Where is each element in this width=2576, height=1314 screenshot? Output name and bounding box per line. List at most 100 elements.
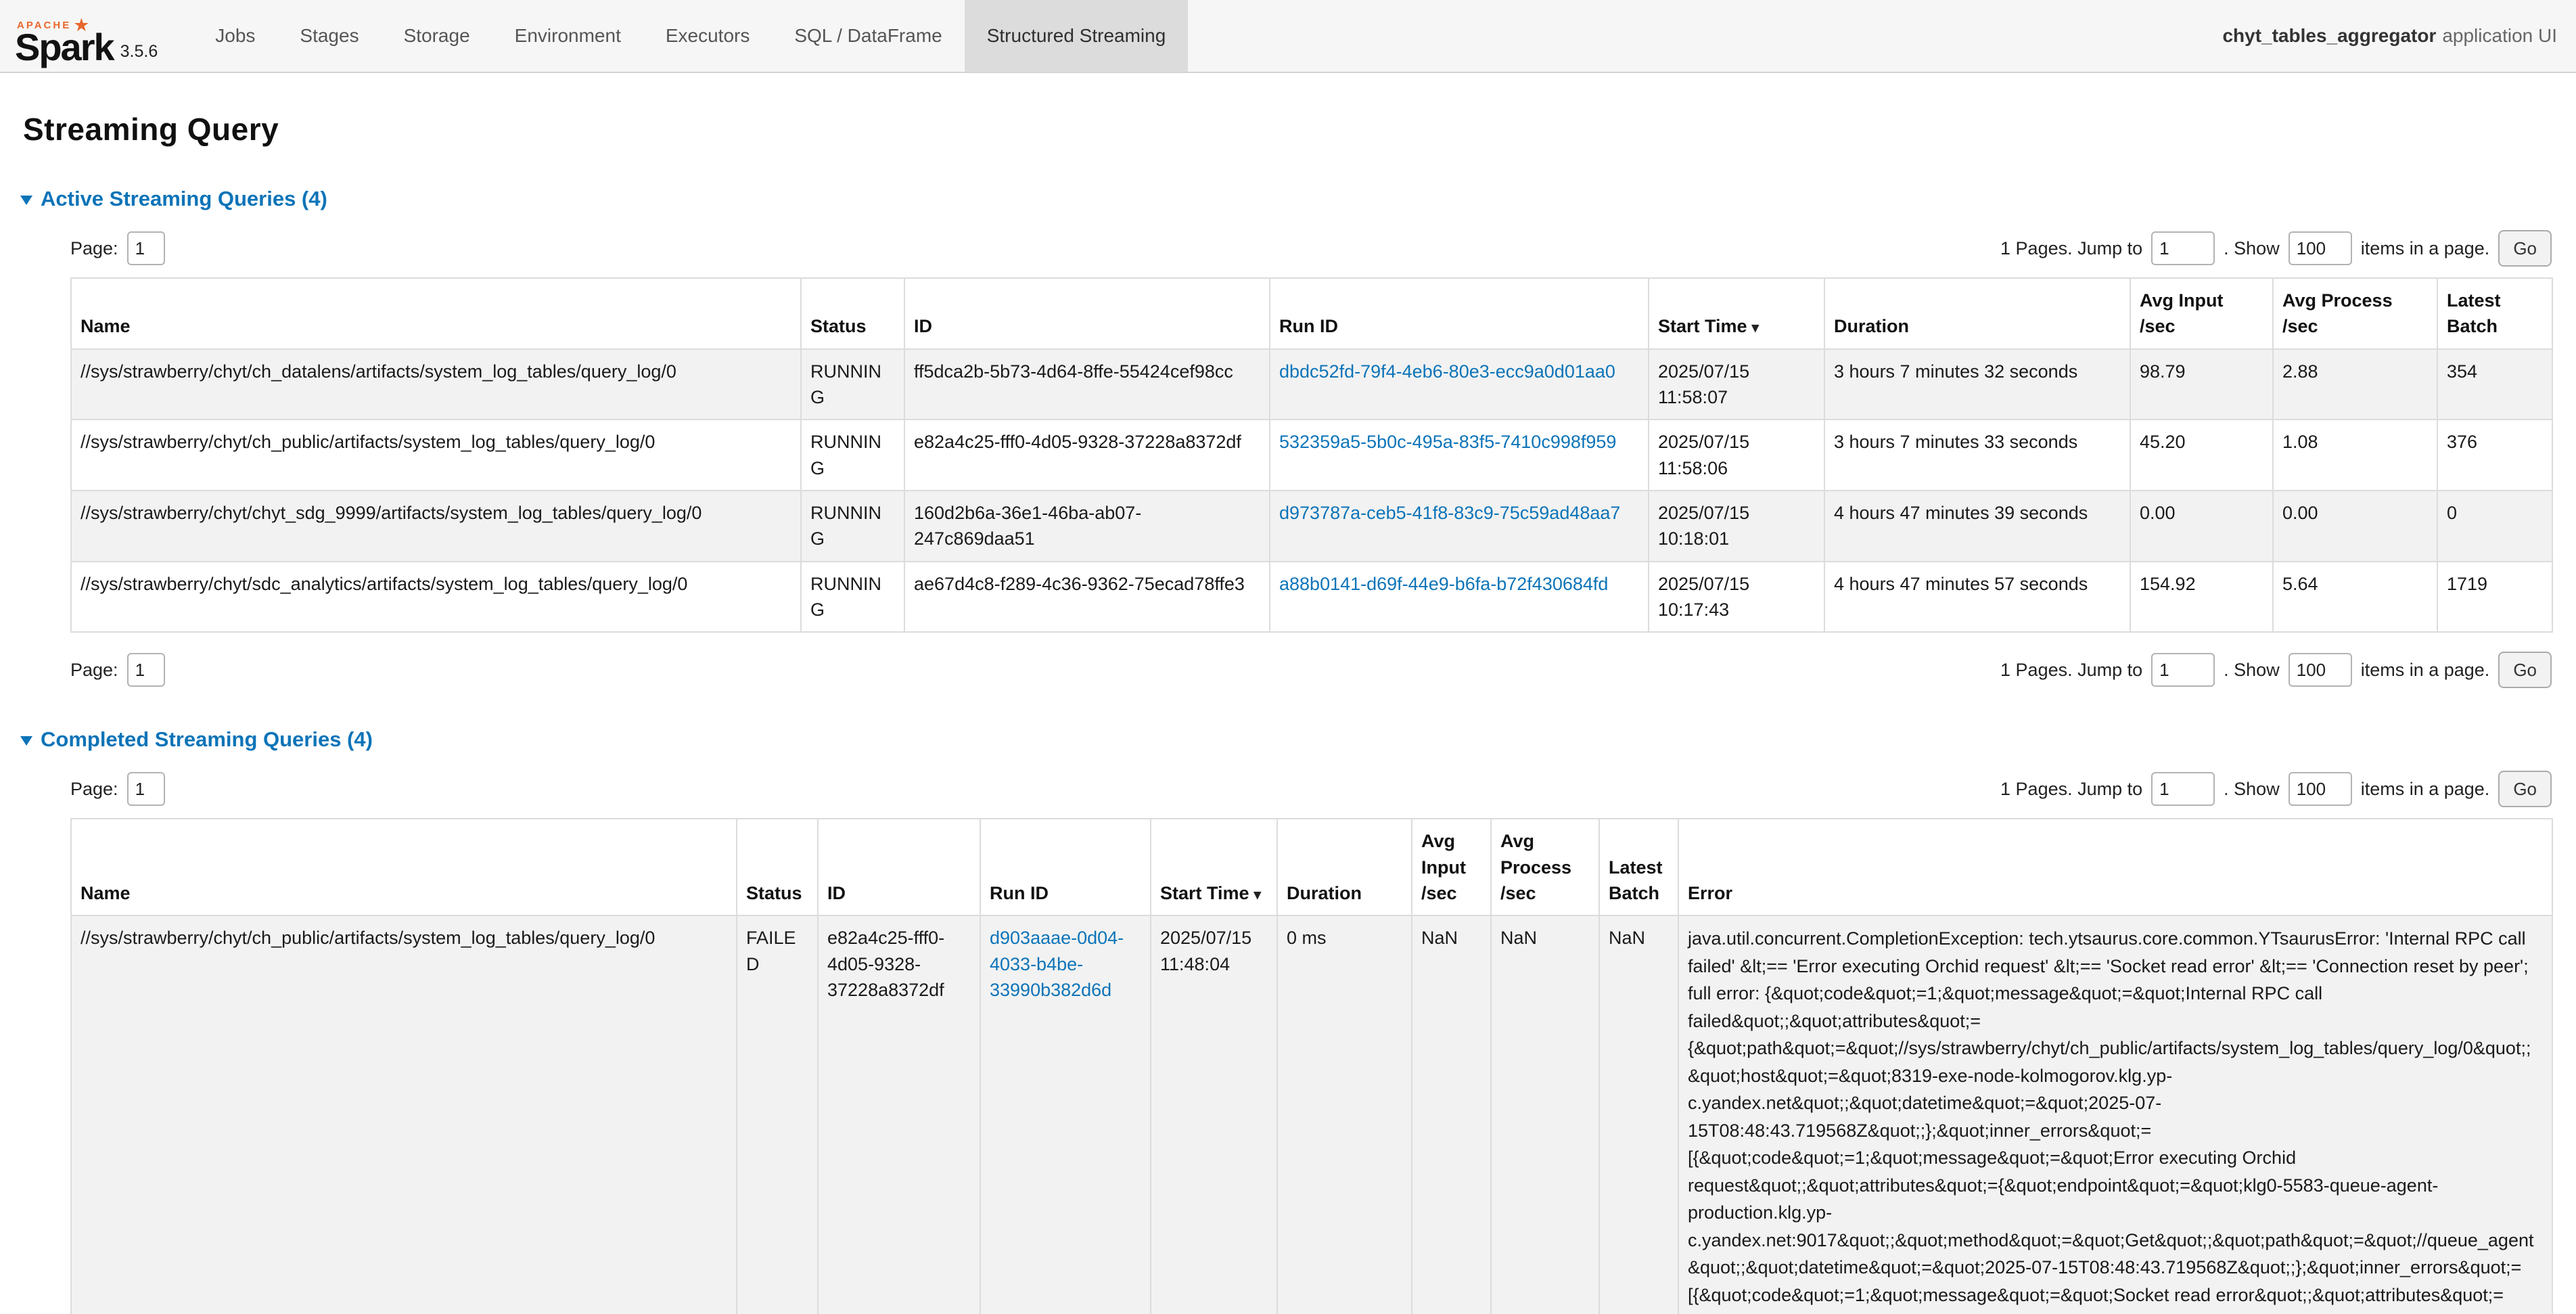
name-cell: //sys/strawberry/chyt/ch_public/artifact… (71, 420, 801, 491)
latest-batch-cell: 354 (2437, 349, 2552, 420)
col-header-latest-batch[interactable]: Latest Batch (2437, 278, 2552, 349)
run-id-link[interactable]: 532359a5-5b0c-495a-83f5-7410c998f959 (1279, 432, 1616, 452)
page-title: Streaming Query (23, 111, 2552, 148)
col-header-avg-input[interactable]: Avg Input /sec (1412, 819, 1491, 915)
duration-cell: 3 hours 7 minutes 33 seconds (1824, 420, 2130, 491)
tab-storage[interactable]: Storage (382, 0, 492, 72)
start-time-cell: 2025/07/15 10:17:43 (1649, 562, 1824, 633)
col-header-avg-input[interactable]: Avg Input /sec (2130, 278, 2273, 349)
status-cell: RUNNING (801, 562, 904, 633)
page-number-input[interactable] (127, 772, 165, 806)
tab-sql-dataframe[interactable]: SQL / DataFrame (772, 0, 964, 72)
id-cell: ff5dca2b-5b73-4d64-8ffe-55424cef98cc (904, 349, 1270, 420)
query-row: //sys/strawberry/chyt/ch_public/artifact… (71, 420, 2552, 491)
tab-structured-streaming[interactable]: Structured Streaming (965, 0, 1189, 72)
status-cell: RUNNING (801, 349, 904, 420)
name-cell: //sys/strawberry/chyt/ch_datalens/artifa… (71, 349, 801, 420)
start-time-label: Start Time (1658, 316, 1747, 336)
items-per-page-text: items in a page. (2361, 660, 2490, 681)
run-id-cell: d973787a-ceb5-41f8-83c9-75c59ad48aa7 (1270, 491, 1649, 562)
items-per-page-text: items in a page. (2361, 779, 2490, 800)
col-header-run-id[interactable]: Run ID (980, 819, 1151, 915)
name-cell: //sys/strawberry/chyt/ch_public/artifact… (71, 915, 737, 1314)
avg-process-cell: 5.64 (2273, 562, 2437, 633)
name-cell: //sys/strawberry/chyt/chyt_sdg_9999/arti… (71, 491, 801, 562)
col-header-duration[interactable]: Duration (1277, 819, 1412, 915)
col-header-error[interactable]: Error (1678, 819, 2552, 915)
spark-logo-text: APACHE ★ Spark (15, 20, 114, 64)
col-header-start-time[interactable]: Start Time ▾ (1151, 819, 1277, 915)
show-count-input[interactable] (2288, 231, 2352, 265)
run-id-link[interactable]: d973787a-ceb5-41f8-83c9-75c59ad48aa7 (1279, 503, 1620, 523)
run-id-cell: 532359a5-5b0c-495a-83f5-7410c998f959 (1270, 420, 1649, 491)
page-number-input[interactable] (127, 653, 165, 687)
tab-stages[interactable]: Stages (277, 0, 381, 72)
col-header-duration[interactable]: Duration (1824, 278, 2130, 349)
jump-to-input[interactable] (2151, 772, 2215, 806)
status-cell: RUNNING (801, 491, 904, 562)
avg-process-cell: 2.88 (2273, 349, 2437, 420)
spark-wordmark: Spark (15, 31, 114, 64)
go-button[interactable]: Go (2498, 230, 2552, 267)
items-per-page-text: items in a page. (2361, 238, 2490, 259)
application-ui-label: application UI (2442, 25, 2557, 47)
tab-jobs[interactable]: Jobs (193, 0, 277, 72)
show-count-input[interactable] (2288, 772, 2352, 806)
col-header-run-id[interactable]: Run ID (1270, 278, 1649, 349)
id-cell: ae67d4c8-f289-4c36-9362-75ecad78ffe3 (904, 562, 1270, 633)
start-time-label: Start Time (1160, 883, 1249, 903)
col-header-name[interactable]: Name (71, 278, 801, 349)
query-row: //sys/strawberry/chyt/ch_public/artifact… (71, 915, 2552, 1314)
sort-desc-icon: ▾ (1254, 887, 1262, 903)
tab-executors[interactable]: Executors (643, 0, 773, 72)
tab-environment[interactable]: Environment (492, 0, 643, 72)
run-id-link[interactable]: dbdc52fd-79f4-4eb6-80e3-ecc9a0d01aa0 (1279, 361, 1615, 382)
pages-count-text: 1 Pages. Jump to (2000, 779, 2142, 800)
query-row: //sys/strawberry/chyt/sdc_analytics/arti… (71, 562, 2552, 633)
col-header-id[interactable]: ID (818, 819, 980, 915)
col-header-id[interactable]: ID (904, 278, 1270, 349)
col-header-avg-process[interactable]: Avg Process /sec (1491, 819, 1599, 915)
duration-cell: 4 hours 47 minutes 39 seconds (1824, 491, 2130, 562)
run-id-cell: dbdc52fd-79f4-4eb6-80e3-ecc9a0d01aa0 (1270, 349, 1649, 420)
show-text: . Show (2224, 238, 2280, 259)
completed-queries-section: Completed Streaming Queries (4) Page: 1 … (20, 727, 2552, 1314)
duration-cell: 0 ms (1277, 915, 1412, 1314)
table-header-row: Name Status ID Run ID Start Time ▾ Durati… (71, 819, 2552, 915)
col-header-latest-batch[interactable]: Latest Batch (1599, 819, 1678, 915)
sort-desc-icon: ▾ (1752, 320, 1760, 336)
completed-queries-header[interactable]: Completed Streaming Queries (4) (20, 727, 2552, 752)
completed-queries-title: Completed Streaming Queries (4) (41, 727, 373, 752)
col-header-avg-process[interactable]: Avg Process /sec (2273, 278, 2437, 349)
run-id-link[interactable]: a88b0141-d69f-44e9-b6fa-b72f430684fd (1279, 574, 1608, 594)
go-button[interactable]: Go (2498, 771, 2552, 807)
name-cell: //sys/strawberry/chyt/sdc_analytics/arti… (71, 562, 801, 633)
show-text: . Show (2224, 779, 2280, 800)
jump-to-input[interactable] (2151, 653, 2215, 687)
error-cell: java.util.concurrent.CompletionException… (1678, 915, 2552, 1314)
active-queries-header[interactable]: Active Streaming Queries (4) (20, 187, 2552, 211)
completed-queries-table: Name Status ID Run ID Start Time ▾ Durati… (70, 818, 2553, 1314)
spark-logo[interactable]: APACHE ★ Spark 3.5.6 (0, 0, 158, 72)
latest-batch-cell: 376 (2437, 420, 2552, 491)
go-button[interactable]: Go (2498, 652, 2552, 688)
query-row: //sys/strawberry/chyt/ch_datalens/artifa… (71, 349, 2552, 420)
col-header-start-time[interactable]: Start Time ▾ (1649, 278, 1824, 349)
start-time-cell: 2025/07/15 11:58:06 (1649, 420, 1824, 491)
run-id-link[interactable]: d903aaae-0d04-4033-b4be-33990b382d6d (990, 928, 1124, 1000)
start-time-cell: 2025/07/15 11:48:04 (1151, 915, 1277, 1314)
show-count-input[interactable] (2288, 653, 2352, 687)
start-time-cell: 2025/07/15 11:58:07 (1649, 349, 1824, 420)
col-header-status[interactable]: Status (801, 278, 904, 349)
page-label: Page: (70, 779, 118, 800)
col-header-status[interactable]: Status (737, 819, 818, 915)
active-queries-table: Name Status ID Run ID Start Time ▾ Durati… (70, 277, 2553, 633)
jump-to-input[interactable] (2151, 231, 2215, 265)
active-pagination-top: Page: 1 Pages. Jump to . Show items in a… (70, 230, 2552, 267)
duration-cell: 4 hours 47 minutes 57 seconds (1824, 562, 2130, 633)
run-id-cell: d903aaae-0d04-4033-b4be-33990b382d6d (980, 915, 1151, 1314)
latest-batch-cell: 0 (2437, 491, 2552, 562)
col-header-name[interactable]: Name (71, 819, 737, 915)
page-number-input[interactable] (127, 231, 165, 265)
id-cell: 160d2b6a-36e1-46ba-ab07-247c869daa51 (904, 491, 1270, 562)
